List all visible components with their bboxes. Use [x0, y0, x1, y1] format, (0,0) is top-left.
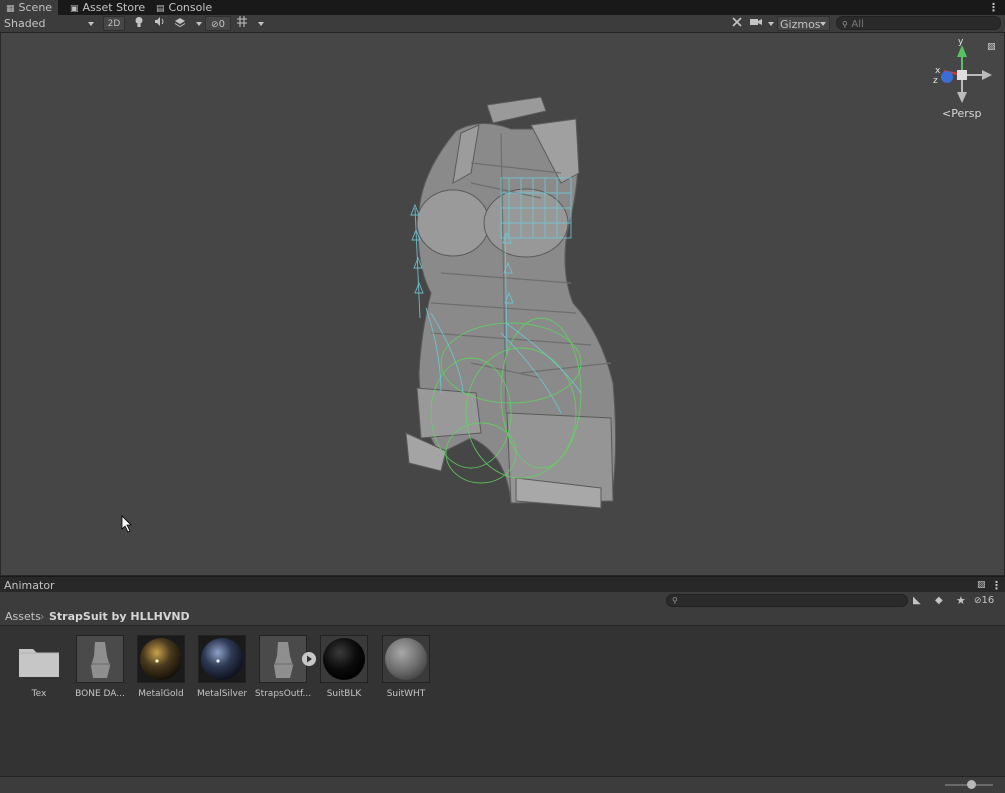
lock-icon[interactable]: ▨	[977, 578, 986, 593]
gizmos-label: Gizmos	[780, 18, 821, 31]
scene-viewport[interactable]: y x z ▨ <Persp	[1, 33, 1004, 575]
chevron-right-icon: ›	[40, 610, 45, 623]
project-visibility-button[interactable]: ⊘16	[974, 593, 994, 609]
kebab-menu-icon[interactable]: ⋮	[984, 0, 1003, 15]
scene-search-placeholder: All	[851, 19, 864, 30]
grid-dropdown[interactable]	[234, 16, 266, 31]
tab-scene-label: Scene	[18, 1, 53, 14]
strap-suit-model[interactable]	[1, 33, 1004, 575]
2d-toggle-button[interactable]: 2D	[103, 16, 125, 31]
gizmo-z-label: z	[933, 76, 938, 86]
shading-mode-label: Shaded	[4, 17, 46, 30]
hidden-objects-count: 0	[218, 19, 225, 30]
material-sphere-thumbnail	[382, 635, 430, 683]
lock-icon[interactable]: ▨	[987, 42, 996, 52]
star-icon[interactable]: ★	[956, 593, 966, 608]
asset-label: SuitWHT	[386, 689, 426, 699]
asset-label: MetalSilver	[196, 689, 248, 699]
chevron-down-icon	[767, 22, 774, 26]
material-sphere-thumbnail	[320, 635, 368, 683]
filter-by-type-icon[interactable]: ◣	[913, 593, 921, 608]
eye-slash-icon: ⊘	[974, 596, 982, 606]
asset-label: MetalGold	[138, 689, 184, 699]
asset-material-suitwht[interactable]: SuitWHT	[375, 635, 437, 699]
project-assets-grid: Tex BONE DA... MetalGold MetalSilver Str…	[0, 626, 1005, 776]
speaker-icon	[155, 17, 164, 26]
chevron-down-icon	[820, 22, 826, 26]
eye-slash-icon: ⊘	[211, 20, 219, 30]
model-thumbnail	[76, 635, 124, 683]
breadcrumb-assets[interactable]: Assets	[5, 609, 41, 625]
tab-console-label: Console	[168, 1, 213, 14]
audio-toggle-button[interactable]	[151, 16, 169, 31]
project-footer	[0, 776, 1005, 793]
tab-asset-store[interactable]: ▣ Asset Store	[64, 0, 151, 15]
mouse-cursor-icon	[121, 515, 132, 533]
asset-label: BONE DA...	[75, 689, 125, 699]
tab-asset-store-label: Asset Store	[82, 1, 146, 14]
tag-icon[interactable]: ◆	[935, 593, 943, 608]
search-icon: ⚲	[842, 20, 848, 29]
camera-dropdown[interactable]	[750, 16, 774, 31]
model-thumbnail	[259, 635, 307, 683]
material-sphere-thumbnail	[137, 635, 185, 683]
asset-folder-tex[interactable]: Tex	[8, 635, 70, 699]
projection-toggle[interactable]: <Persp	[942, 107, 981, 120]
breadcrumb: Assets › StrapSuit by HLLHVND	[0, 609, 1005, 626]
project-toolbar: ⚲ ◣ ◆ ★ ⊘16	[0, 592, 1005, 610]
chevron-down-icon	[88, 22, 94, 26]
chevron-down-icon	[195, 22, 202, 26]
scene-search-input[interactable]: ⚲ All	[836, 16, 1001, 30]
asset-label: SuitBLK	[326, 689, 362, 699]
project-hidden-count: 16	[981, 595, 995, 606]
folder-icon	[15, 635, 63, 683]
asset-label: StrapsOutf...	[254, 689, 312, 699]
lightbulb-icon	[135, 17, 143, 27]
camera-icon	[750, 19, 763, 25]
tools-icon	[732, 17, 742, 27]
kebab-menu-icon[interactable]: ⋮	[991, 578, 1002, 593]
asset-label: Tex	[31, 689, 47, 699]
asset-model-bone-da[interactable]: BONE DA...	[69, 635, 131, 699]
gizmo-y-label: y	[958, 37, 964, 47]
tab-scene[interactable]: ▦ Scene	[0, 0, 59, 15]
tools-button[interactable]	[729, 16, 745, 31]
chevron-left-icon: <	[942, 107, 952, 120]
shading-mode-dropdown[interactable]: Shaded	[4, 16, 98, 31]
gizmos-dropdown[interactable]: Gizmos	[777, 16, 830, 31]
scene-toolbar: Shaded 2D ⊘0 Gizmos ⚲ All	[0, 15, 1005, 33]
editor-tab-bar: ▦ Scene ▣ Asset Store ▤ Console ⋮	[0, 0, 1005, 15]
project-search-input[interactable]: ⚲	[666, 594, 908, 607]
tab-console[interactable]: ▤ Console	[150, 0, 218, 15]
effects-dropdown[interactable]	[173, 16, 203, 31]
animator-title[interactable]: Animator	[4, 578, 55, 593]
asset-material-metalsilver[interactable]: MetalSilver	[191, 635, 253, 699]
asset-material-suitblk[interactable]: SuitBLK	[313, 635, 375, 699]
search-icon: ⚲	[672, 596, 678, 605]
material-sphere-thumbnail	[198, 635, 246, 683]
asset-model-strapsoutfit[interactable]: StrapsOutf...	[252, 635, 314, 699]
chevron-down-icon	[258, 22, 265, 26]
2d-toggle-label: 2D	[107, 19, 121, 29]
layers-icon	[174, 18, 186, 28]
gizmo-x-label: x	[935, 66, 941, 76]
animator-panel-header: Animator ▨ ⋮	[0, 576, 1005, 593]
lighting-toggle-button[interactable]	[131, 16, 147, 31]
grid-icon	[236, 16, 247, 27]
asset-material-metalgold[interactable]: MetalGold	[130, 635, 192, 699]
scene-visibility-button[interactable]: ⊘0	[205, 16, 231, 31]
breadcrumb-current-folder[interactable]: StrapSuit by HLLHVND	[49, 609, 190, 625]
slider-handle[interactable]	[967, 780, 976, 789]
projection-label: Persp	[951, 107, 982, 120]
